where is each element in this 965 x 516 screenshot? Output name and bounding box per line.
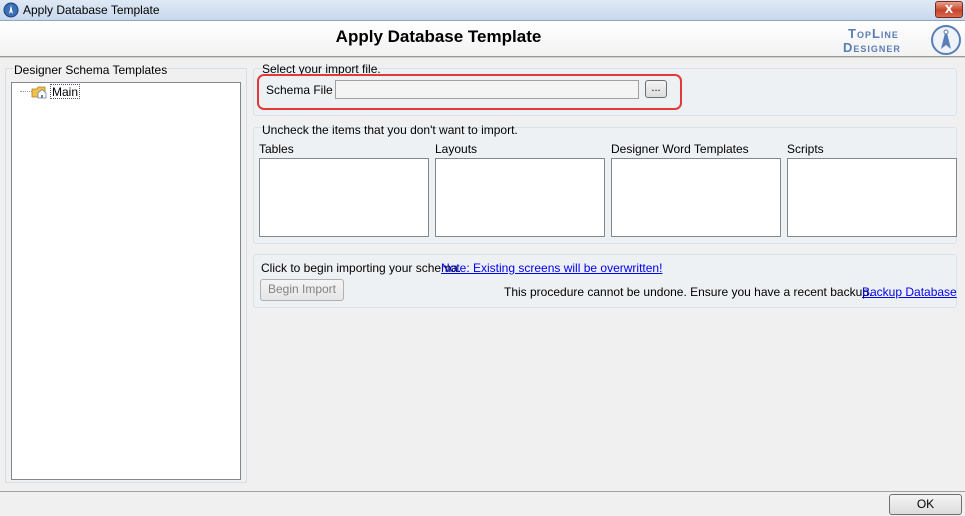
scripts-label: Scripts [787, 142, 824, 156]
overwrite-warning-link[interactable]: Note: Existing screens will be overwritt… [441, 261, 662, 275]
folder-home-icon [31, 86, 47, 99]
ok-button[interactable]: OK [889, 494, 962, 515]
close-button[interactable]: X [935, 1, 963, 18]
bottom-bar [0, 491, 965, 516]
import-items-label: Uncheck the items that you don't want to… [262, 123, 518, 137]
tables-label: Tables [259, 142, 294, 156]
logo-mark [931, 25, 961, 55]
backup-notice: This procedure cannot be undone. Ensure … [504, 285, 873, 299]
word-templates-label: Designer Word Templates [611, 142, 749, 156]
tree-item-main[interactable]: Main [50, 84, 81, 99]
schema-tree[interactable] [11, 82, 241, 480]
browse-button[interactable]: ... [645, 80, 667, 98]
app-icon [3, 2, 19, 18]
close-icon: X [944, 3, 954, 16]
layouts-label: Layouts [435, 142, 478, 156]
layouts-list[interactable] [435, 158, 605, 237]
schema-file-label: Schema File [266, 83, 333, 97]
begin-import-button[interactable]: Begin Import [260, 279, 344, 301]
page-title: Apply Database Template [335, 27, 542, 46]
tables-list[interactable] [259, 158, 429, 237]
window-title: Apply Database Template [23, 3, 160, 17]
backup-database-link[interactable]: Backup Database [862, 285, 957, 299]
begin-prompt: Click to begin importing your schema. [261, 261, 462, 275]
scripts-list[interactable] [787, 158, 957, 237]
schema-templates-label: Designer Schema Templates [13, 63, 169, 77]
word-templates-list[interactable] [611, 158, 781, 237]
logo-text-designer: Designer [843, 40, 901, 55]
schema-file-input[interactable] [335, 80, 639, 99]
logo-text-topline: TopLine [848, 26, 899, 41]
